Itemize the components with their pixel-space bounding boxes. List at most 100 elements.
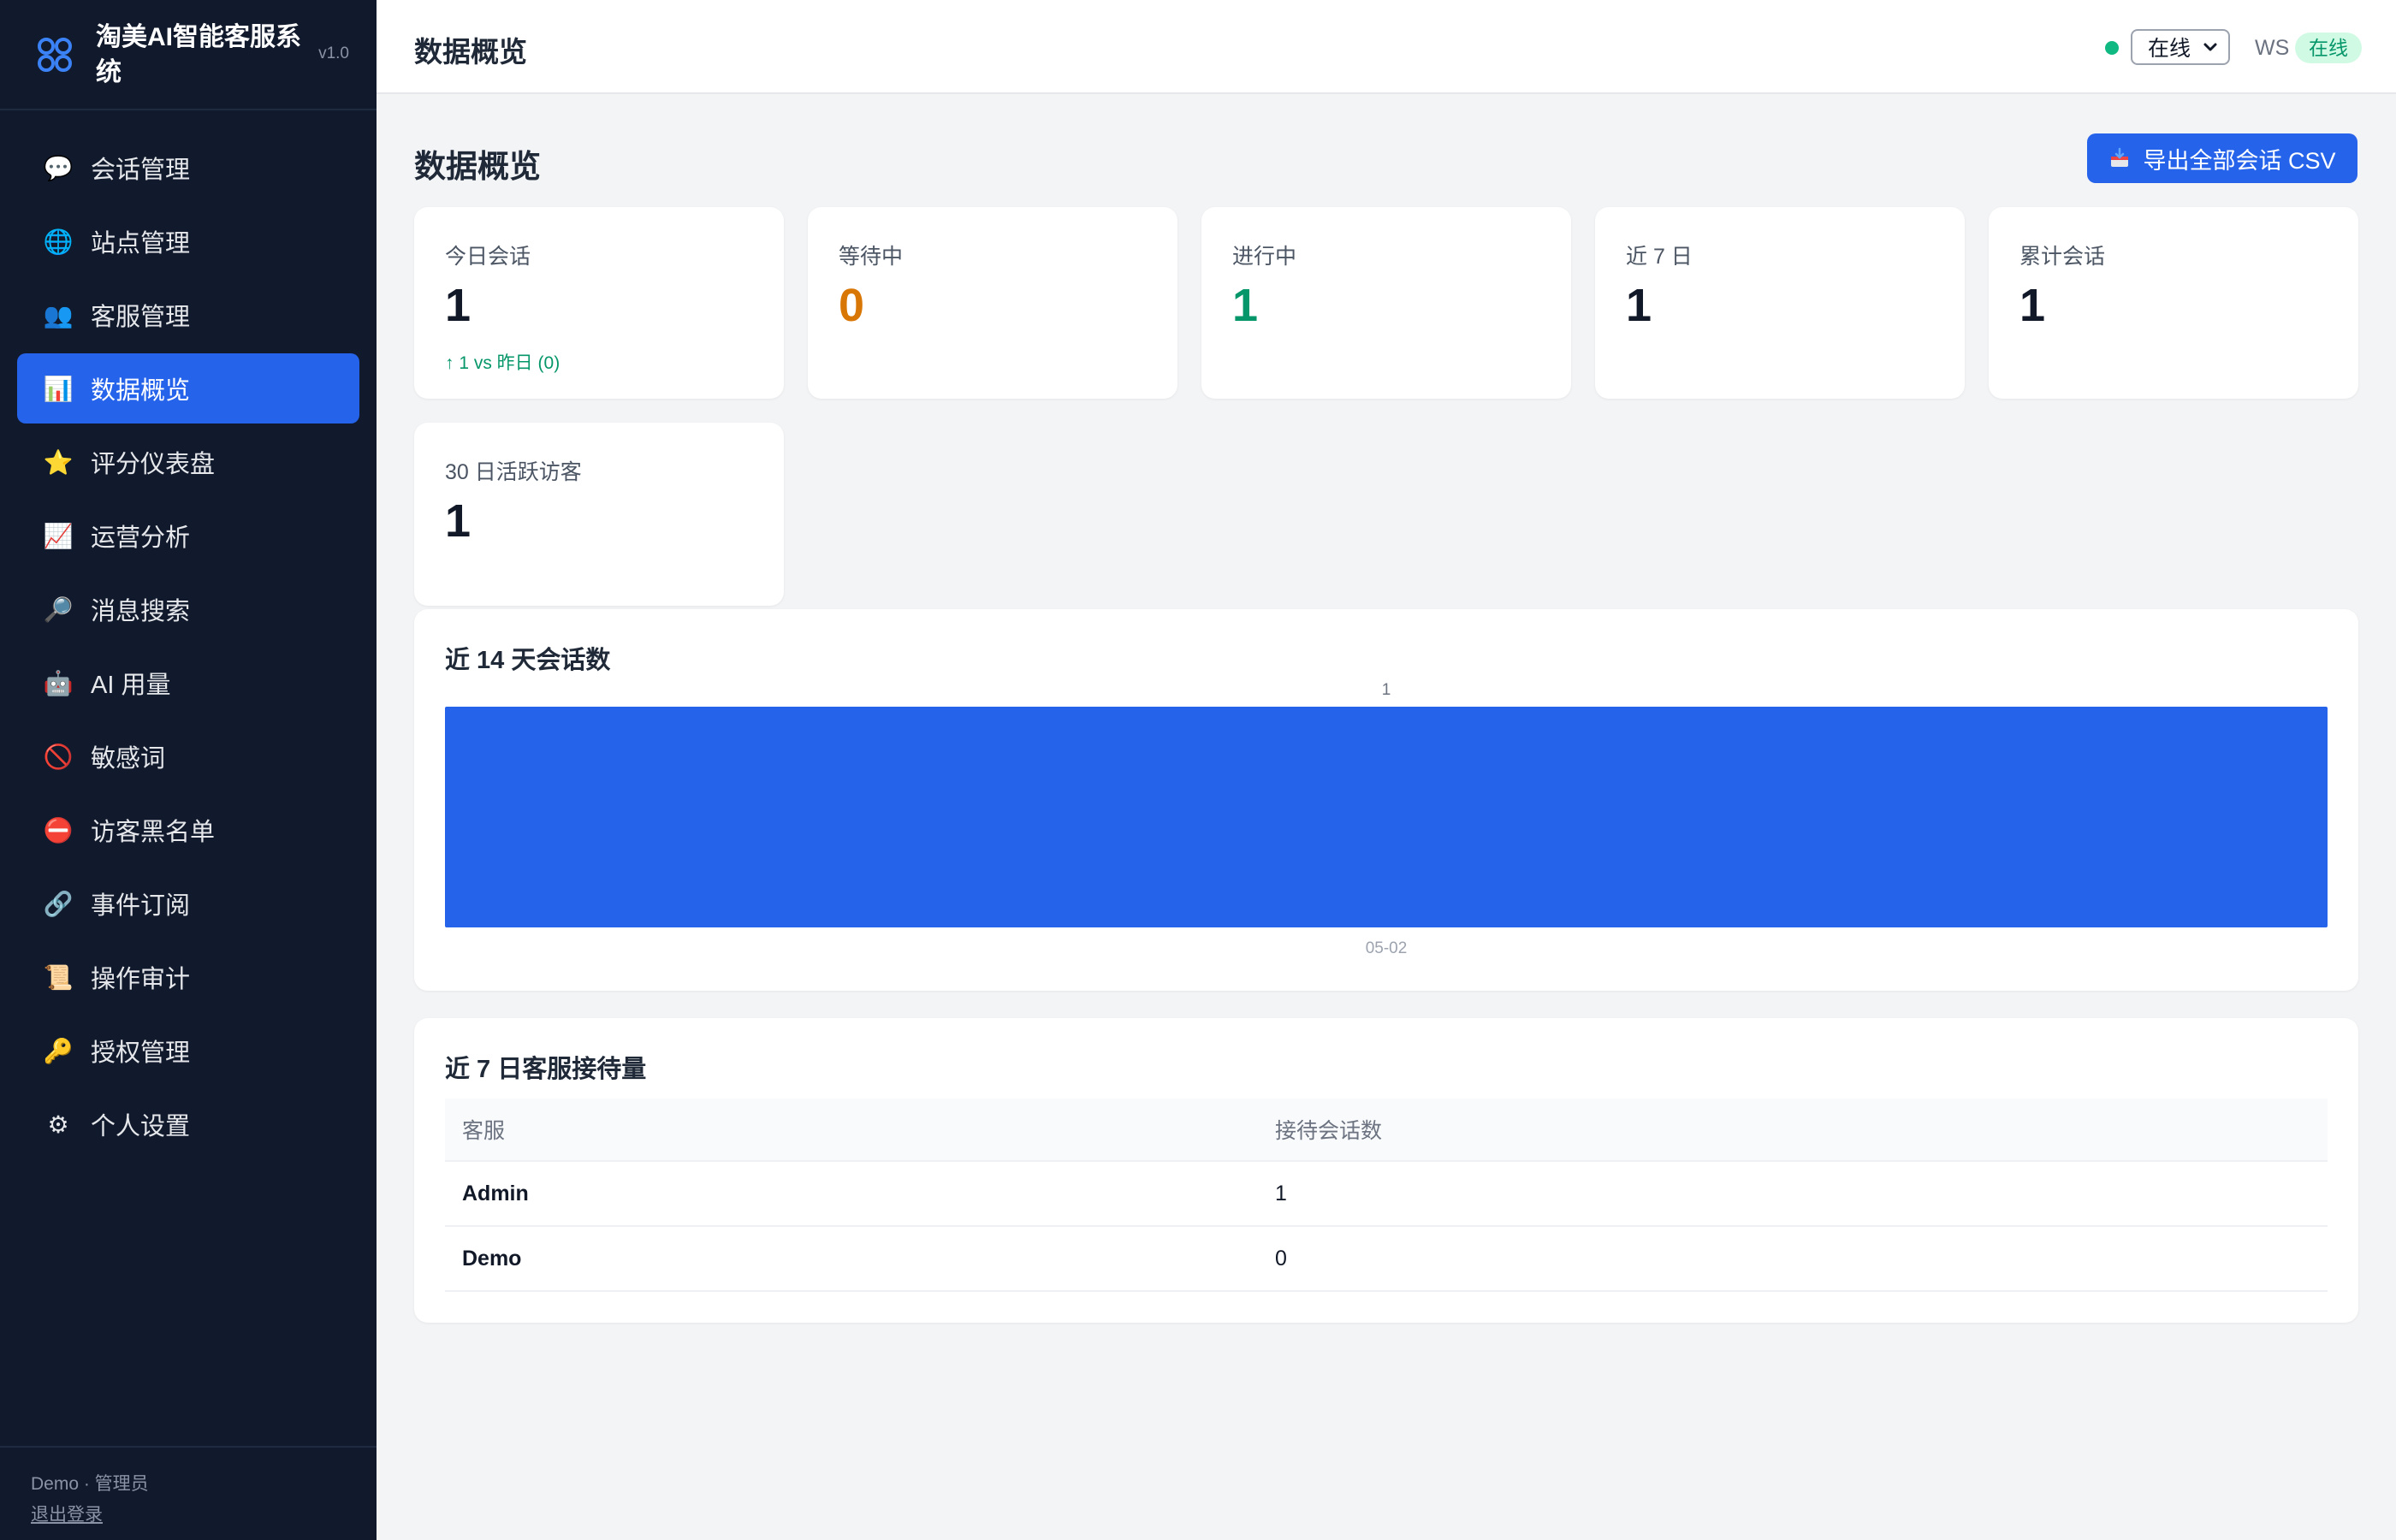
- stat-value: 1: [2019, 280, 2046, 331]
- sidebar-item-9[interactable]: ⛔ 访客黑名单: [17, 795, 359, 865]
- status-select[interactable]: 在线: [2131, 29, 2230, 65]
- users-icon: 👥: [43, 301, 74, 329]
- sidebar: 淘美AI智能客服系统 v1.0 💬 会话管理 🌐 站点管理 👥 客服管理 📊 数据概览 ⭐ 评分仪…: [0, 0, 377, 1540]
- stat-label: 近 7 日: [1626, 245, 1693, 269]
- bar-chart-icon: 📊: [43, 375, 74, 402]
- app-version: v1.0: [318, 44, 349, 62]
- table-cell-count: 1: [1275, 1181, 1287, 1205]
- stat-card-total: 累计会话 1: [1989, 207, 2358, 399]
- table-cell-count: 0: [1275, 1246, 1287, 1270]
- export-csv-label: 导出全部会话 CSV: [2143, 147, 2336, 174]
- scroll-icon: 📜: [43, 963, 74, 991]
- topbar-title: 数据概览: [414, 36, 527, 68]
- sidebar-item-1[interactable]: 🌐 站点管理: [17, 206, 359, 276]
- sidebar-item-label: 会话管理: [91, 157, 191, 184]
- table-title: 近 7 日客服接待量: [445, 1056, 647, 1083]
- sidebar-item-3[interactable]: 📊 数据概览: [17, 353, 359, 424]
- sidebar-item-11[interactable]: 📜 操作审计: [17, 942, 359, 1012]
- table-header-row: 客服 接待会话数: [445, 1099, 2328, 1162]
- logo-icon: [38, 37, 72, 72]
- inbox-tray-icon: [2111, 147, 2129, 167]
- stat-value: 1: [1626, 280, 1652, 331]
- topbar: 数据概览 在线 WS 在线: [377, 0, 2396, 94]
- table-header-agent: 客服: [462, 1119, 506, 1143]
- stat-card-waiting: 等待中 0: [808, 207, 1177, 399]
- app-title: 淘美AI智能客服系统: [96, 22, 301, 86]
- link-icon: 🔗: [43, 890, 74, 917]
- sidebar-item-8[interactable]: 🚫 敏感词: [17, 721, 359, 791]
- sidebar-item-label: AI 用量: [91, 672, 171, 699]
- stat-card-active-visitors: 30 日活跃访客 1: [414, 423, 784, 606]
- sessions-bar-chart: 1 05-02: [445, 681, 2328, 957]
- sidebar-item-label: 运营分析: [91, 524, 191, 552]
- magnifier-icon: 🔎: [43, 595, 74, 623]
- sidebar-item-label: 操作审计: [91, 966, 191, 993]
- stat-value: 1: [445, 280, 471, 331]
- sidebar-item-4[interactable]: ⭐ 评分仪表盘: [17, 427, 359, 497]
- export-csv-button[interactable]: 导出全部会话 CSV: [2087, 133, 2357, 183]
- prohibited-icon: 🚫: [43, 743, 74, 770]
- stat-card-in-progress: 进行中 1: [1201, 207, 1571, 399]
- trend-chart-icon: 📈: [43, 522, 74, 549]
- globe-icon: 🌐: [43, 228, 74, 255]
- brand: 淘美AI智能客服系统 v1.0: [0, 0, 377, 110]
- ws-label: WS: [2255, 36, 2290, 60]
- sidebar-item-label: 数据概览: [91, 377, 191, 405]
- stat-value: 0: [839, 280, 865, 331]
- main-content: 数据概览 导出全部会话 CSV 今日会话 1 ↑ 1 vs 昨日 (0) 等待中…: [377, 96, 2396, 1540]
- sidebar-item-13[interactable]: ⚙ 个人设置: [17, 1089, 359, 1159]
- sidebar-footer: Demo · 管理员 退出登录: [0, 1446, 377, 1540]
- sidebar-item-10[interactable]: 🔗 事件订阅: [17, 868, 359, 939]
- stat-label: 等待中: [839, 245, 904, 269]
- sidebar-nav: 💬 会话管理 🌐 站点管理 👥 客服管理 📊 数据概览 ⭐ 评分仪表盘 📈 运营分析 🔎 消息搜索 🤖 AI …: [0, 110, 377, 1159]
- stat-value: 1: [1232, 280, 1259, 331]
- star-icon: ⭐: [43, 448, 74, 476]
- sidebar-item-label: 授权管理: [91, 1040, 191, 1067]
- table-cell-agent: Admin: [462, 1181, 529, 1205]
- table-row: Admin 1: [445, 1162, 2328, 1227]
- gear-icon: ⚙: [47, 1111, 69, 1138]
- logout-link[interactable]: 退出登录: [31, 1501, 346, 1526]
- chart-data-label: 1: [1382, 681, 1391, 699]
- table-cell-agent: Demo: [462, 1246, 522, 1270]
- sidebar-item-12[interactable]: 🔑 授权管理: [17, 1016, 359, 1086]
- stat-value: 1: [445, 495, 471, 547]
- sidebar-item-0[interactable]: 💬 会话管理: [17, 133, 359, 203]
- sidebar-item-label: 评分仪表盘: [91, 451, 216, 478]
- chart-card: 近 14 天会话数 1 05-02: [414, 609, 2358, 991]
- stat-card-today: 今日会话 1 ↑ 1 vs 昨日 (0): [414, 207, 784, 399]
- sidebar-item-5[interactable]: 📈 运营分析: [17, 500, 359, 571]
- table-header-count: 接待会话数: [1275, 1119, 1383, 1143]
- stat-label: 30 日活跃访客: [445, 460, 582, 484]
- agent-table: 客服 接待会话数 Admin 1 Demo 0: [445, 1099, 2328, 1292]
- sidebar-item-7[interactable]: 🤖 AI 用量: [17, 648, 359, 718]
- page-title: 数据概览: [414, 149, 541, 184]
- sidebar-item-label: 消息搜索: [91, 598, 191, 625]
- ws-status-badge: 在线: [2295, 33, 2362, 63]
- sidebar-item-label: 访客黑名单: [91, 819, 216, 846]
- sidebar-item-label: 站点管理: [91, 230, 191, 258]
- stat-label: 今日会话: [445, 245, 531, 269]
- sidebar-item-2[interactable]: 👥 客服管理: [17, 280, 359, 350]
- no-entry-icon: ⛔: [43, 816, 74, 844]
- stat-trend: ↑ 1 vs 昨日 (0): [445, 353, 560, 373]
- stat-label: 进行中: [1232, 245, 1297, 269]
- sidebar-item-label: 敏感词: [91, 745, 166, 773]
- stat-card-7-days: 近 7 日 1: [1595, 207, 1965, 399]
- robot-icon: 🤖: [43, 669, 74, 696]
- sidebar-item-label: 个人设置: [91, 1113, 191, 1140]
- chart-bar: [445, 707, 2328, 927]
- agent-table-card: 近 7 日客服接待量 客服 接待会话数 Admin 1 Demo 0: [414, 1018, 2358, 1323]
- sidebar-item-label: 客服管理: [91, 304, 191, 331]
- key-icon: 🔑: [43, 1037, 74, 1064]
- stat-label: 累计会话: [2019, 245, 2106, 269]
- current-user: Demo · 管理员: [31, 1474, 149, 1494]
- speech-bubble-icon: 💬: [43, 154, 74, 181]
- sidebar-item-6[interactable]: 🔎 消息搜索: [17, 574, 359, 644]
- chevron-down-icon: [2203, 43, 2217, 51]
- online-status-dot: [2105, 41, 2119, 55]
- status-select-value: 在线: [2148, 37, 2191, 61]
- chart-x-tick-label: 05-02: [1366, 939, 1408, 957]
- sidebar-item-label: 事件订阅: [91, 892, 191, 920]
- table-row: Demo 0: [445, 1227, 2328, 1292]
